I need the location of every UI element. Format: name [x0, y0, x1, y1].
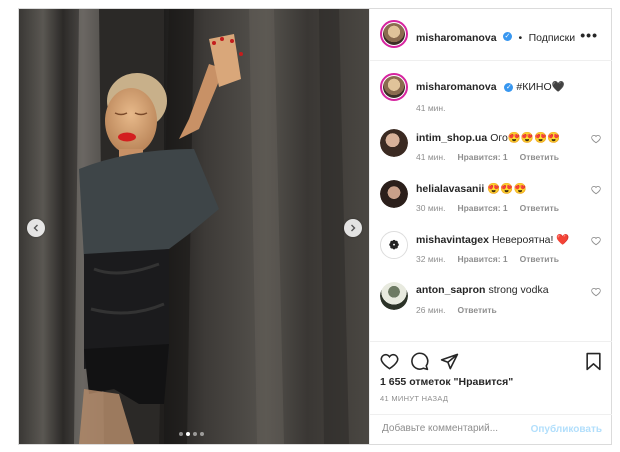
comment-likes-button[interactable]: Нравится: 1 — [457, 152, 507, 162]
comment-time: 32 мин. — [416, 254, 446, 264]
post-photo[interactable] — [19, 9, 369, 444]
post-actions: 1 655 отметок "Нравится" 41 МИНУТ НАЗАД … — [370, 341, 612, 442]
author-username[interactable]: misharomanova — [416, 32, 497, 44]
comment-likes-button[interactable]: Нравится: 1 — [457, 203, 507, 213]
like-comment-heart-icon[interactable] — [591, 185, 601, 195]
reply-button[interactable]: Ответить — [520, 203, 559, 213]
publish-button[interactable]: Опубликовать — [531, 424, 602, 435]
instagram-post: misharomanova ✓ • Подписки ••• misharoma… — [18, 8, 612, 445]
more-options-icon[interactable]: ••• — [580, 27, 598, 43]
carousel-dot — [193, 432, 197, 436]
chevron-right-icon — [351, 224, 356, 232]
follow-status-button[interactable]: Подписки — [529, 32, 576, 44]
like-comment-heart-icon[interactable] — [591, 134, 601, 144]
comment-text: strong vodka — [488, 284, 549, 296]
commenter-avatar[interactable] — [380, 129, 408, 157]
share-paper-plane-icon[interactable] — [440, 352, 459, 371]
reply-button[interactable]: Ответить — [520, 254, 559, 264]
comment-time: 30 мин. — [416, 203, 446, 213]
like-heart-icon[interactable] — [380, 352, 399, 371]
comment-username[interactable]: helialavasanii — [416, 183, 484, 195]
comment-username[interactable]: mishavintagex — [416, 234, 489, 246]
carousel-prev-button[interactable] — [27, 219, 45, 237]
reply-button[interactable]: Ответить — [520, 152, 559, 162]
author-avatar[interactable] — [380, 20, 408, 48]
carousel-dot — [186, 432, 190, 436]
verified-badge-icon: ✓ — [504, 82, 514, 92]
separator-dot: • — [518, 32, 523, 44]
commenter-avatar[interactable]: ❁ — [380, 231, 408, 259]
comment-username[interactable]: anton_sapron — [416, 284, 485, 296]
caption-avatar[interactable] — [380, 73, 408, 101]
commenter-avatar[interactable] — [380, 180, 408, 208]
caption-text: #КИНО🖤 — [516, 81, 565, 93]
verified-badge-icon: ✓ — [502, 32, 512, 42]
like-comment-heart-icon[interactable] — [591, 287, 601, 297]
like-comment-heart-icon[interactable] — [591, 236, 601, 246]
comment-likes-button[interactable]: Нравится: 1 — [457, 254, 507, 264]
post-time: 41 МИНУТ НАЗАД — [380, 394, 449, 403]
add-comment-bar: Опубликовать — [370, 414, 612, 445]
comment-text: Ого😍😍😍😍 — [490, 132, 561, 144]
comment-text: Невероятна! ❤️ — [491, 234, 570, 246]
comment-text: 😍😍😍 — [487, 183, 527, 195]
comment-username[interactable]: intim_shop.ua — [416, 132, 487, 144]
comment-time: 41 мин. — [416, 152, 446, 162]
comment-bubble-icon[interactable] — [410, 352, 429, 371]
save-bookmark-icon[interactable] — [585, 352, 602, 371]
add-comment-input[interactable] — [380, 422, 524, 435]
commenter-avatar[interactable] — [380, 282, 408, 310]
likes-count[interactable]: 1 655 отметок "Нравится" — [380, 376, 513, 388]
caption-time: 41 мин. — [416, 103, 446, 113]
post-side-panel: misharomanova ✓ • Подписки ••• misharoma… — [369, 9, 612, 444]
reply-button[interactable]: Ответить — [457, 305, 496, 315]
carousel-next-button[interactable] — [344, 219, 362, 237]
caption-username[interactable]: misharomanova — [416, 81, 497, 93]
photo-image — [19, 9, 369, 444]
comment-time: 26 мин. — [416, 305, 446, 315]
post-header: misharomanova ✓ • Подписки ••• — [370, 9, 612, 61]
chevron-left-icon — [33, 224, 38, 232]
carousel-dot — [200, 432, 204, 436]
carousel-indicator — [179, 432, 204, 436]
carousel-dot — [179, 432, 183, 436]
